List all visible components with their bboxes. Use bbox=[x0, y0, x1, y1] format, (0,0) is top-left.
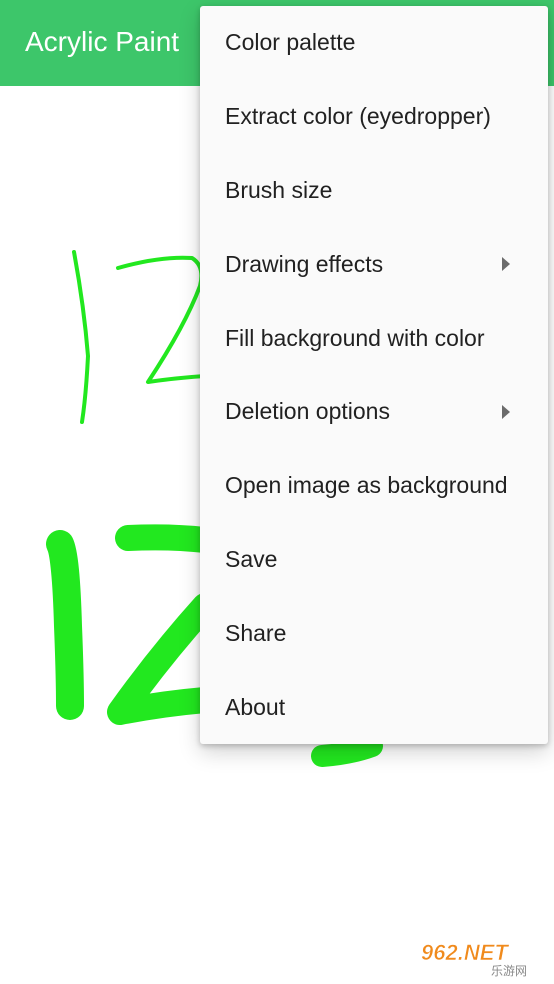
watermark-text: 962.NET bbox=[421, 940, 509, 965]
app-screen: Acrylic Paint Color palette Extract colo… bbox=[0, 0, 554, 984]
stroke-thick-3 bbox=[311, 735, 383, 767]
submenu-arrow-icon bbox=[502, 257, 510, 272]
menu-item-share[interactable]: Share bbox=[200, 596, 548, 670]
menu-item-label: Deletion options bbox=[225, 398, 390, 425]
menu-item-label: Brush size bbox=[225, 176, 333, 203]
stroke-thick-1 bbox=[46, 530, 84, 720]
menu-item-label: Fill background with color bbox=[225, 324, 485, 351]
stroke-thin-2 bbox=[116, 255, 207, 384]
menu-item-extract-color[interactable]: Extract color (eyedropper) bbox=[200, 80, 548, 154]
watermark-subtext: 乐游网 bbox=[491, 964, 527, 978]
menu-item-deletion-options[interactable]: Deletion options bbox=[200, 375, 548, 449]
menu-item-drawing-effects[interactable]: Drawing effects bbox=[200, 227, 548, 301]
menu-item-label: Color palette bbox=[225, 29, 356, 56]
watermark-logo: 962.NET 乐游网 bbox=[415, 936, 548, 978]
menu-item-label: Save bbox=[225, 545, 278, 572]
menu-item-brush-size[interactable]: Brush size bbox=[200, 154, 548, 228]
app-title: Acrylic Paint bbox=[25, 26, 180, 57]
menu-item-color-palette[interactable]: Color palette bbox=[200, 6, 548, 80]
overflow-menu: Color palette Extract color (eyedropper)… bbox=[200, 6, 548, 744]
stroke-thin-1 bbox=[72, 250, 90, 424]
menu-item-about[interactable]: About bbox=[200, 670, 548, 744]
submenu-arrow-icon bbox=[502, 404, 510, 419]
stroke-thick-2 bbox=[107, 524, 218, 725]
menu-item-save[interactable]: Save bbox=[200, 523, 548, 597]
menu-item-fill-background[interactable]: Fill background with color bbox=[200, 301, 548, 375]
menu-item-label: Drawing effects bbox=[225, 250, 384, 277]
menu-item-label: Extract color (eyedropper) bbox=[225, 103, 491, 130]
menu-item-label: Open image as background bbox=[225, 472, 508, 499]
menu-item-open-image-background[interactable]: Open image as background bbox=[200, 449, 548, 523]
menu-item-label: About bbox=[225, 693, 286, 720]
menu-item-label: Share bbox=[225, 619, 287, 646]
